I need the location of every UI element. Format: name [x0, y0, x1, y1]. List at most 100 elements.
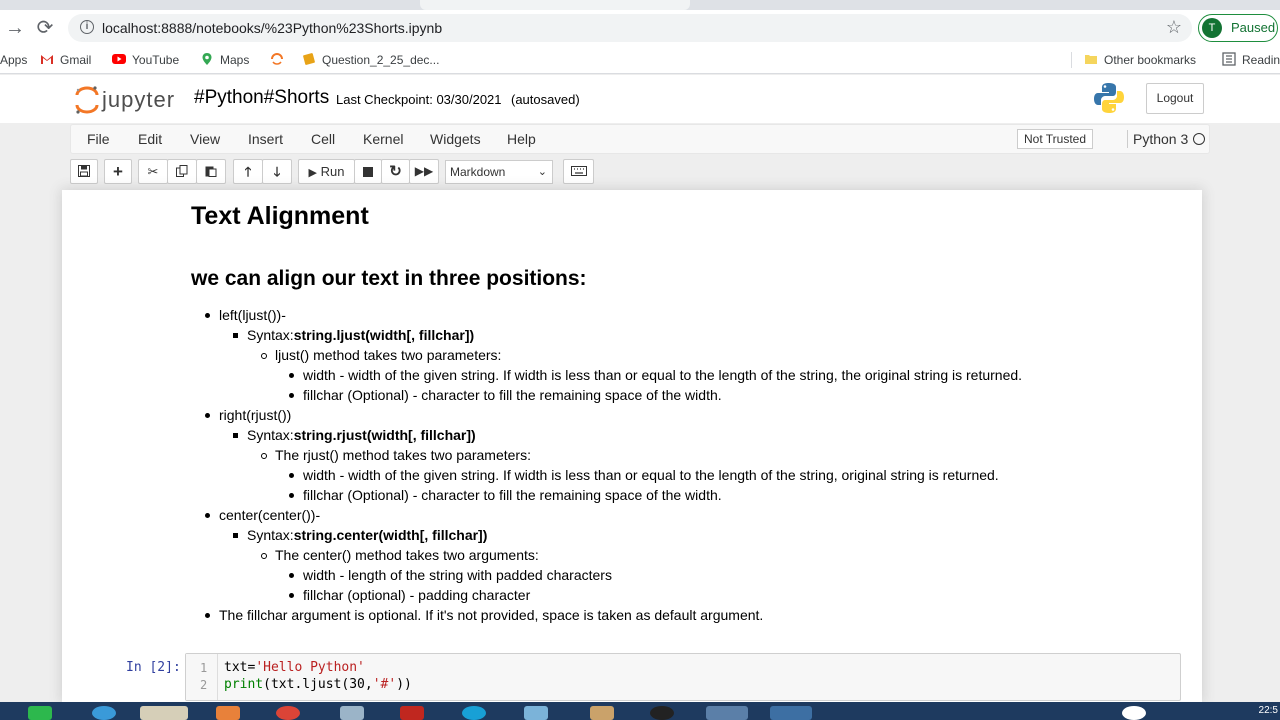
bookmark-loader[interactable]	[270, 52, 290, 68]
insert-cell-button[interactable]: +	[104, 159, 132, 184]
menu-view[interactable]: View	[190, 131, 220, 147]
code-token: ))	[396, 677, 412, 692]
menu-edit[interactable]: Edit	[138, 131, 162, 147]
heading-text-alignment: Text Alignment	[191, 202, 369, 230]
bookmark-star-icon[interactable]: ☆	[1166, 17, 1182, 38]
cell-type-value: Markdown	[450, 165, 506, 179]
keyboard-icon	[570, 166, 587, 176]
move-up-button[interactable]: 🡑	[233, 159, 263, 184]
list-item-text: The rjust() method takes two parameters:	[275, 447, 531, 463]
notebook-name[interactable]: #Python#Shorts	[194, 87, 329, 109]
cell-prompt: In [2]:	[126, 660, 181, 675]
taskbar-paint-icon[interactable]	[524, 706, 548, 720]
tab-strip	[0, 0, 1280, 10]
play-icon: ▶	[308, 167, 317, 179]
taskbar-chrome-icon[interactable]	[276, 706, 300, 720]
taskbar-jupyter-icon[interactable]	[706, 706, 748, 720]
code-line-2[interactable]: print(txt.ljust(30,'#'))	[224, 677, 412, 692]
jupyter-logo[interactable]: jupyter	[74, 85, 184, 115]
run-label: Run	[320, 164, 345, 179]
menu-insert[interactable]: Insert	[248, 131, 283, 147]
list-item-text: left(ljust())-	[219, 307, 286, 323]
string-literal: '#'	[372, 677, 397, 692]
taskbar-app-icon[interactable]	[28, 706, 52, 720]
move-down-button[interactable]: 🡓	[262, 159, 292, 184]
code-line-1[interactable]: txt='Hello Python'	[224, 660, 365, 675]
taskbar-pdf-icon[interactable]	[400, 706, 424, 720]
omnibox[interactable]: i localhost:8888/notebooks/%23Python%23S…	[68, 14, 1192, 42]
taskbar-app-icon[interactable]	[590, 706, 614, 720]
list-item: The center() method takes two arguments:	[275, 545, 539, 565]
list-item-text: width - width of the given string. If wi…	[303, 467, 999, 483]
notebook-bookmark-icon	[303, 53, 315, 65]
gmail-icon	[41, 55, 53, 64]
list-item: right(rjust())	[219, 405, 291, 425]
paste-button[interactable]	[196, 159, 226, 184]
bookmark-maps[interactable]: Maps	[200, 52, 249, 68]
taskbar-explorer-icon[interactable]	[140, 706, 188, 720]
interrupt-button[interactable]	[354, 159, 382, 184]
reload-icon[interactable]: ⟳	[34, 17, 56, 39]
list-item: fillchar (optional) - padding character	[303, 585, 530, 605]
list-item: width - length of the string with padded…	[303, 565, 612, 585]
save-button[interactable]	[70, 159, 98, 184]
info-icon[interactable]: i	[80, 20, 94, 34]
taskbar-search-icon[interactable]	[1122, 706, 1146, 720]
menu-cell[interactable]: Cell	[311, 131, 335, 147]
builtin-keyword: print	[224, 677, 264, 692]
cell-type-select[interactable]: Markdown ⌄	[445, 160, 553, 184]
kernel-divider	[1127, 130, 1128, 148]
kernel-name[interactable]: Python 3	[1133, 131, 1188, 147]
command-palette-button[interactable]	[563, 159, 594, 184]
profile-button[interactable]: T Paused	[1198, 14, 1278, 42]
taskbar-edge-icon[interactable]	[462, 706, 486, 720]
forward-icon[interactable]: →	[4, 17, 26, 39]
trusted-indicator[interactable]: Not Trusted	[1017, 129, 1094, 149]
line-number: 2	[200, 678, 208, 692]
list-bullet	[289, 473, 294, 478]
bookmark-label: Question_2_25_dec...	[322, 53, 440, 67]
arrow-up-icon: 🡑	[244, 164, 252, 179]
taskbar-notepad-icon[interactable]	[340, 706, 364, 720]
list-bullet	[205, 413, 210, 418]
maps-pin-icon	[202, 53, 212, 65]
menu-file[interactable]: File	[87, 131, 110, 147]
string-literal: 'Hello Python'	[255, 660, 365, 675]
loader-icon	[271, 53, 283, 65]
jupyter-logo-icon	[75, 86, 99, 114]
list-item: fillchar (Optional) - character to fill …	[303, 485, 722, 505]
restart-run-all-button[interactable]: ▶▶	[409, 159, 439, 184]
bookmark-reading-list[interactable]: Readin	[1222, 52, 1280, 68]
kernel-idle-icon	[1193, 133, 1205, 145]
bookmark-youtube[interactable]: YouTube	[112, 52, 179, 68]
menu-help[interactable]: Help	[507, 131, 536, 147]
logout-button[interactable]: Logout	[1146, 83, 1204, 114]
restart-button[interactable]: ↻	[381, 159, 410, 184]
cut-button[interactable]: ✂	[138, 159, 168, 184]
menubar: File Edit View Insert Cell Kernel Widget…	[70, 124, 1210, 154]
list-item: center(center())-	[219, 505, 320, 525]
plus-icon: +	[113, 162, 123, 181]
taskbar-ie-icon[interactable]	[92, 706, 116, 720]
taskbar-firefox-icon[interactable]	[216, 706, 240, 720]
menu-kernel[interactable]: Kernel	[363, 131, 403, 147]
list-item: Syntax:string.ljust(width[, fillchar])	[247, 325, 474, 345]
syntax-signature: string.rjust(width[, fillchar])	[293, 427, 476, 443]
bookmark-other[interactable]: Other bookmarks	[1084, 52, 1196, 68]
active-tab[interactable]	[420, 0, 690, 10]
bookmark-apps[interactable]: Apps	[0, 52, 27, 68]
copy-button[interactable]	[167, 159, 197, 184]
fast-forward-icon: ▶▶	[414, 164, 434, 178]
taskbar-github-icon[interactable]	[650, 706, 674, 720]
menu-widgets[interactable]: Widgets	[430, 131, 481, 147]
bookmark-question[interactable]: Question_2_25_dec...	[302, 52, 439, 68]
taskbar-app-icon[interactable]	[770, 706, 812, 720]
code-cell[interactable]: 1 2 txt='Hello Python' print(txt.ljust(3…	[185, 653, 1181, 701]
folder-icon	[1085, 55, 1097, 64]
url-text[interactable]: localhost:8888/notebooks/%23Python%23Sho…	[102, 20, 442, 36]
list-item-text: fillchar (Optional) - character to fill …	[303, 487, 722, 503]
bookmark-gmail[interactable]: Gmail	[40, 52, 91, 68]
heading-align-positions: we can align our text in three positions…	[191, 267, 587, 290]
run-button[interactable]: ▶ Run	[298, 159, 355, 184]
list-item: Syntax:string.center(width[, fillchar])	[247, 525, 487, 545]
